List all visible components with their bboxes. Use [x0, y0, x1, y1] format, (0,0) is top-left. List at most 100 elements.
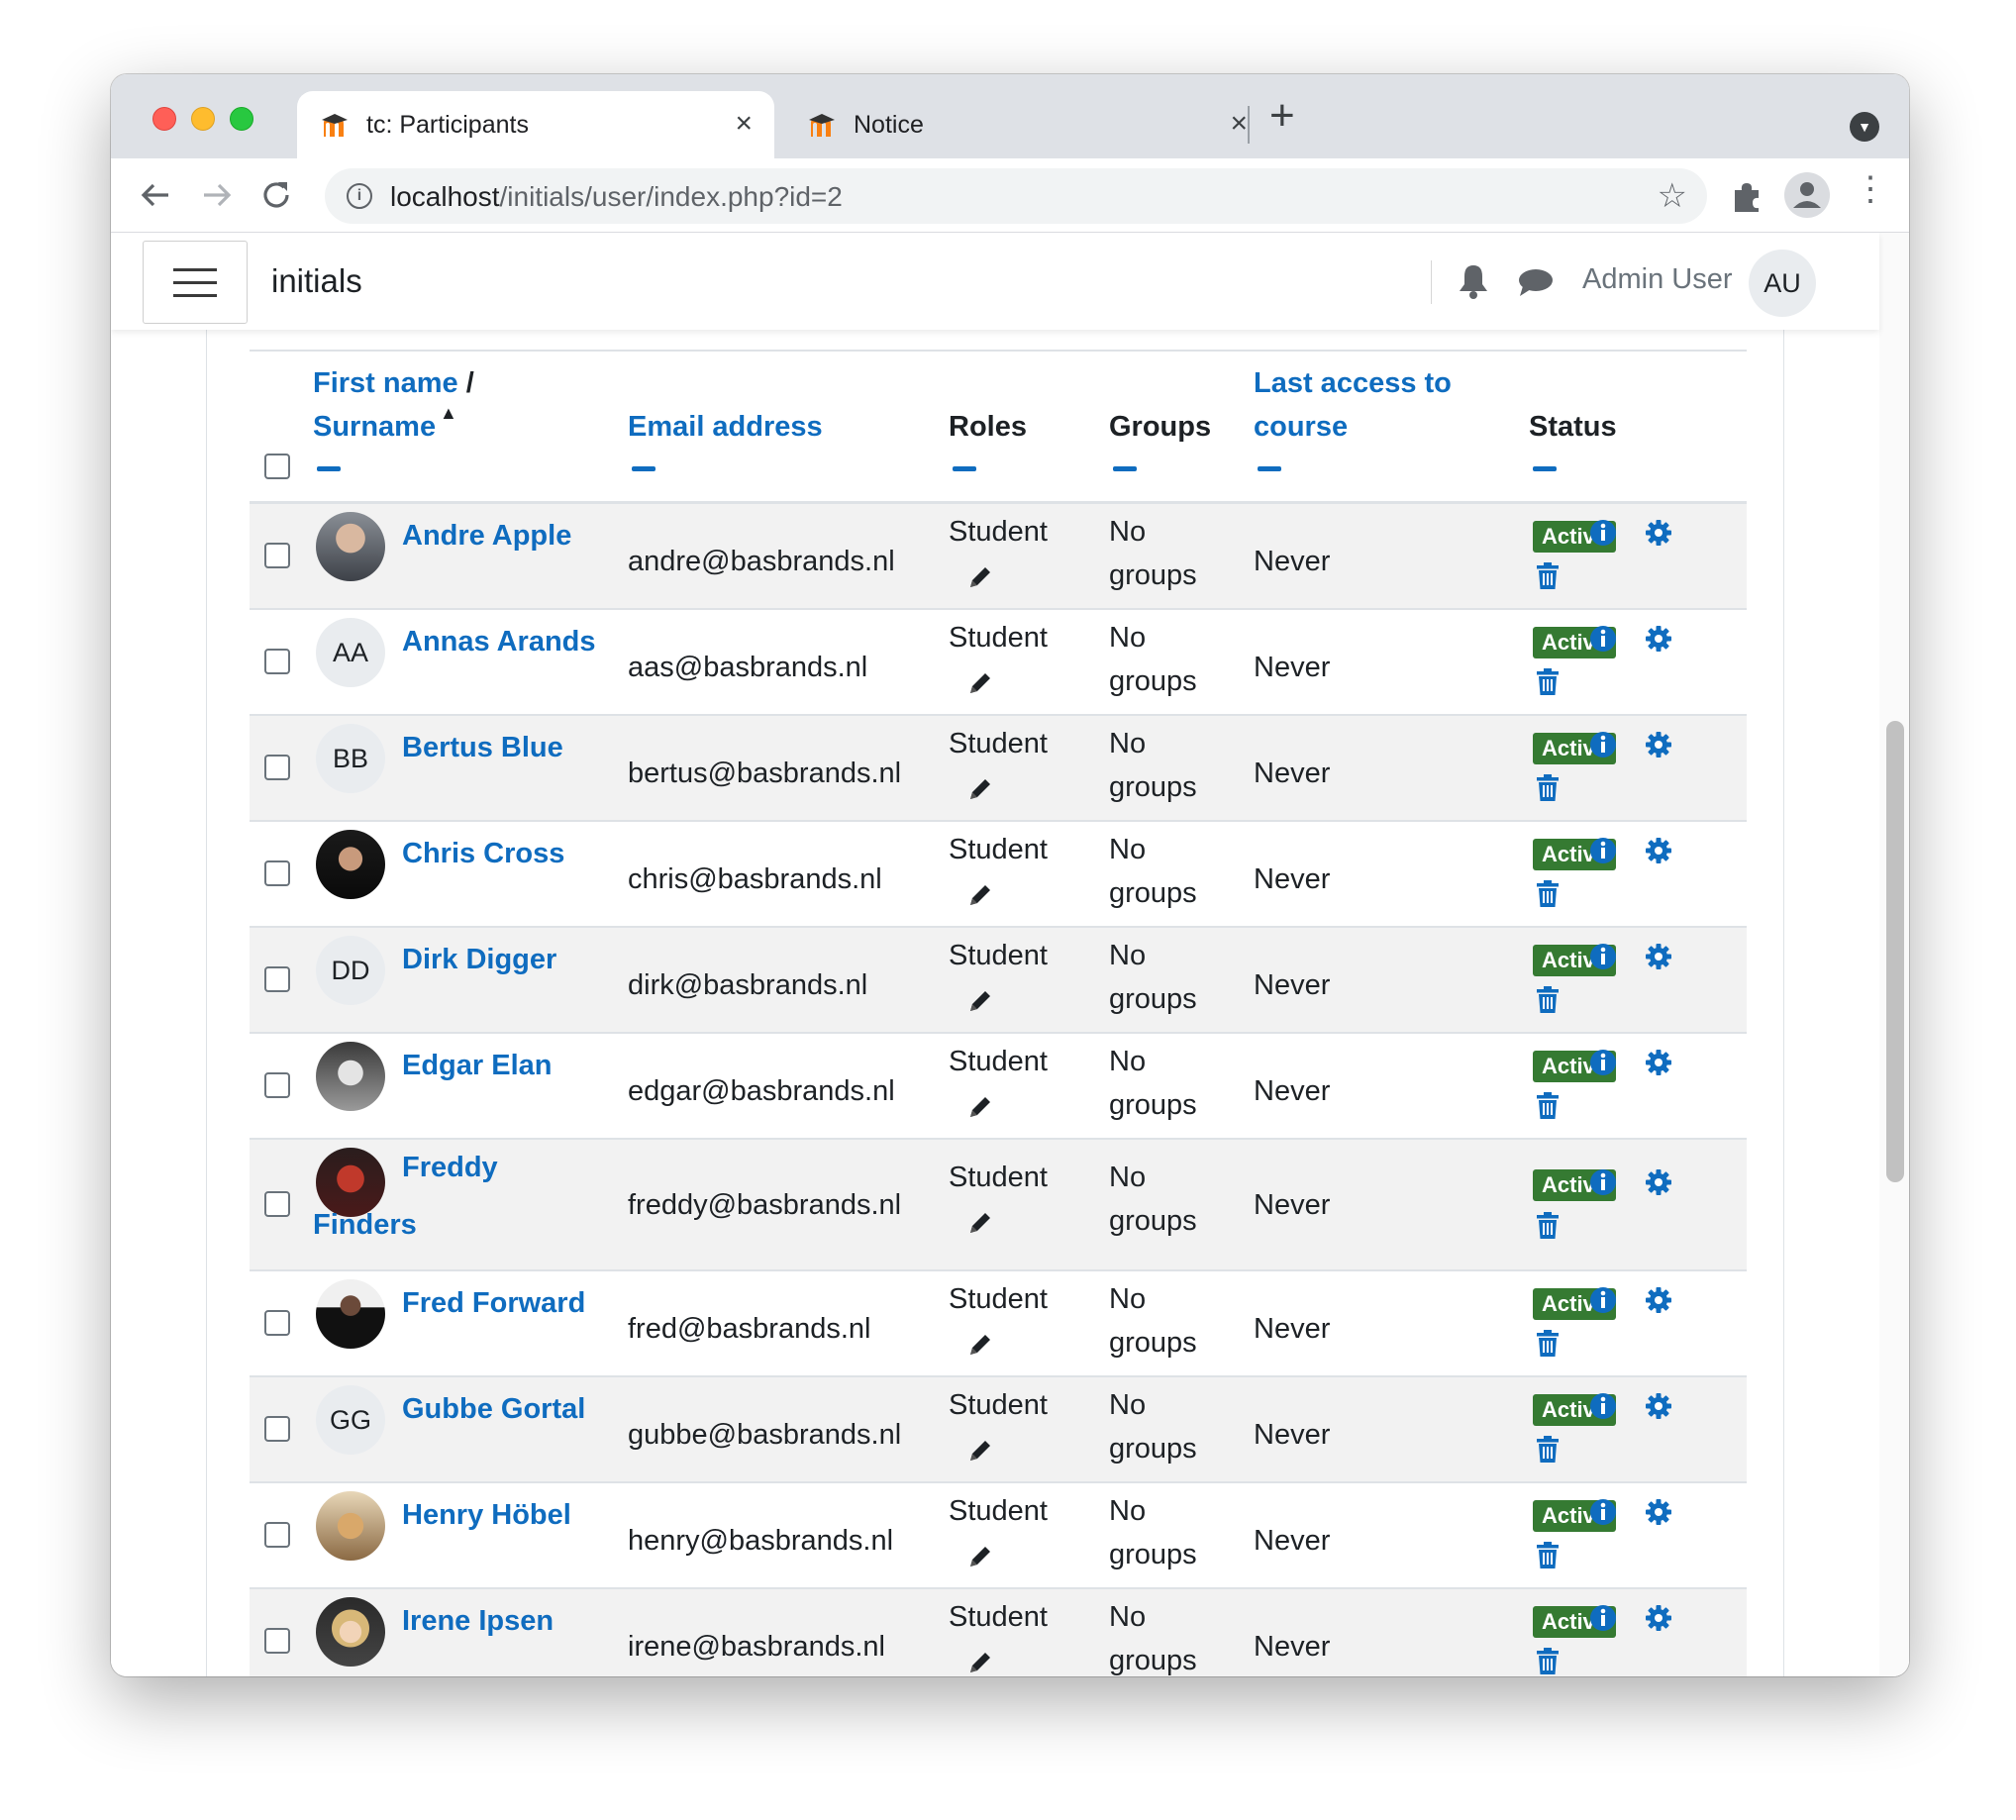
- row-select-checkbox[interactable]: [264, 649, 290, 674]
- scrollbar[interactable]: [1879, 233, 1909, 1676]
- info-circle-icon[interactable]: [1588, 624, 1618, 654]
- header-first-name[interactable]: First name /: [313, 361, 474, 405]
- participant-name-link-line2[interactable]: Finders: [313, 1209, 417, 1242]
- collapse-icon[interactable]: [1258, 466, 1281, 471]
- header-surname[interactable]: Surname: [313, 405, 436, 449]
- address-bar[interactable]: i localhost/initials/user/index.php?id=2…: [325, 168, 1707, 224]
- trash-icon[interactable]: [1533, 667, 1562, 697]
- pencil-icon[interactable]: [966, 775, 994, 803]
- row-select-checkbox[interactable]: [264, 543, 290, 568]
- gear-icon[interactable]: [1644, 518, 1673, 548]
- avatar[interactable]: [316, 1491, 385, 1561]
- trash-icon[interactable]: [1533, 561, 1562, 591]
- participant-name-link[interactable]: Irene Ipsen: [402, 1605, 554, 1638]
- tab-search-icon[interactable]: ▼: [1850, 112, 1879, 142]
- tab-participants[interactable]: tc: Participants ×: [297, 91, 774, 158]
- header-last-access[interactable]: Last access to: [1254, 361, 1452, 405]
- avatar[interactable]: DD: [316, 936, 385, 1005]
- participant-name-link[interactable]: Edgar Elan: [402, 1050, 553, 1082]
- scrollbar-thumb[interactable]: [1886, 721, 1904, 1182]
- back-arrow-icon[interactable]: [139, 178, 172, 212]
- participant-name-link[interactable]: Henry Höbel: [402, 1499, 571, 1532]
- row-select-checkbox[interactable]: [264, 1072, 290, 1098]
- collapse-icon[interactable]: [953, 466, 976, 471]
- pencil-icon[interactable]: [966, 987, 994, 1015]
- header-last-access-line2[interactable]: course: [1254, 405, 1348, 449]
- tab-close-icon[interactable]: ×: [735, 107, 753, 141]
- puzzle-icon[interactable]: [1727, 176, 1766, 216]
- trash-icon[interactable]: [1533, 1541, 1562, 1570]
- new-tab-button[interactable]: +: [1269, 94, 1295, 138]
- tab-close-icon[interactable]: ×: [1230, 107, 1248, 141]
- participant-name-link[interactable]: Dirk Digger: [402, 944, 556, 976]
- avatar[interactable]: [316, 830, 385, 899]
- participant-name-link[interactable]: Andre Apple: [402, 520, 571, 553]
- close-window-button[interactable]: [152, 107, 176, 131]
- avatar[interactable]: AA: [316, 618, 385, 687]
- trash-icon[interactable]: [1533, 879, 1562, 909]
- forward-arrow-icon[interactable]: [200, 178, 234, 212]
- participant-name-link[interactable]: Gubbe Gortal: [402, 1393, 585, 1426]
- row-select-checkbox[interactable]: [264, 1416, 290, 1442]
- avatar[interactable]: GG: [316, 1385, 385, 1455]
- row-select-checkbox[interactable]: [264, 755, 290, 780]
- row-select-checkbox[interactable]: [264, 860, 290, 886]
- row-select-checkbox[interactable]: [264, 1628, 290, 1654]
- gear-icon[interactable]: [1644, 836, 1673, 865]
- bell-icon[interactable]: [1456, 262, 1491, 300]
- info-circle-icon[interactable]: [1588, 518, 1618, 548]
- participant-name-link[interactable]: Freddy: [402, 1152, 498, 1184]
- gear-icon[interactable]: [1644, 1285, 1673, 1315]
- pencil-icon[interactable]: [966, 1543, 994, 1570]
- star-icon[interactable]: ☆: [1658, 176, 1687, 216]
- avatar[interactable]: BB: [316, 724, 385, 793]
- avatar[interactable]: [316, 1279, 385, 1349]
- trash-icon[interactable]: [1533, 1211, 1562, 1241]
- gear-icon[interactable]: [1644, 1391, 1673, 1421]
- pencil-icon[interactable]: [966, 563, 994, 591]
- info-circle-icon[interactable]: [1588, 942, 1618, 971]
- url-text[interactable]: localhost/initials/user/index.php?id=2: [390, 181, 843, 213]
- gear-icon[interactable]: [1644, 730, 1673, 759]
- hamburger-icon[interactable]: [143, 241, 248, 324]
- info-circle-icon[interactable]: [1588, 730, 1618, 759]
- info-circle-icon[interactable]: [1588, 836, 1618, 865]
- trash-icon[interactable]: [1533, 1647, 1562, 1676]
- gear-icon[interactable]: [1644, 624, 1673, 654]
- row-select-checkbox[interactable]: [264, 1310, 290, 1336]
- gear-icon[interactable]: [1644, 942, 1673, 971]
- participant-name-link[interactable]: Chris Cross: [402, 838, 564, 870]
- trash-icon[interactable]: [1533, 985, 1562, 1015]
- row-select-checkbox[interactable]: [264, 1522, 290, 1548]
- tab-notice[interactable]: Notice ×: [784, 91, 1269, 158]
- site-info-icon[interactable]: i: [347, 183, 372, 209]
- gear-icon[interactable]: [1644, 1497, 1673, 1527]
- info-circle-icon[interactable]: [1588, 1603, 1618, 1633]
- info-circle-icon[interactable]: [1588, 1048, 1618, 1077]
- select-all-checkbox[interactable]: [264, 454, 290, 479]
- header-email[interactable]: Email address: [628, 405, 823, 449]
- gear-icon[interactable]: [1644, 1603, 1673, 1633]
- avatar[interactable]: [316, 512, 385, 581]
- collapse-icon[interactable]: [632, 466, 655, 471]
- zoom-window-button[interactable]: [230, 107, 253, 131]
- participant-name-link[interactable]: Annas Arands: [402, 626, 596, 658]
- collapse-icon[interactable]: [1113, 466, 1137, 471]
- collapse-icon[interactable]: [317, 466, 341, 471]
- reload-icon[interactable]: [259, 178, 293, 212]
- profile-icon[interactable]: [1784, 172, 1830, 218]
- avatar[interactable]: [316, 1597, 385, 1667]
- avatar[interactable]: [316, 1148, 385, 1217]
- info-circle-icon[interactable]: [1588, 1167, 1618, 1197]
- pencil-icon[interactable]: [966, 1437, 994, 1465]
- chat-icon[interactable]: [1517, 264, 1555, 300]
- avatar[interactable]: [316, 1042, 385, 1111]
- pencil-icon[interactable]: [966, 1649, 994, 1676]
- collapse-icon[interactable]: [1533, 466, 1557, 471]
- user-name[interactable]: Admin User: [1582, 263, 1733, 296]
- minimize-window-button[interactable]: [191, 107, 215, 131]
- info-circle-icon[interactable]: [1588, 1497, 1618, 1527]
- trash-icon[interactable]: [1533, 773, 1562, 803]
- trash-icon[interactable]: [1533, 1329, 1562, 1359]
- row-select-checkbox[interactable]: [264, 966, 290, 992]
